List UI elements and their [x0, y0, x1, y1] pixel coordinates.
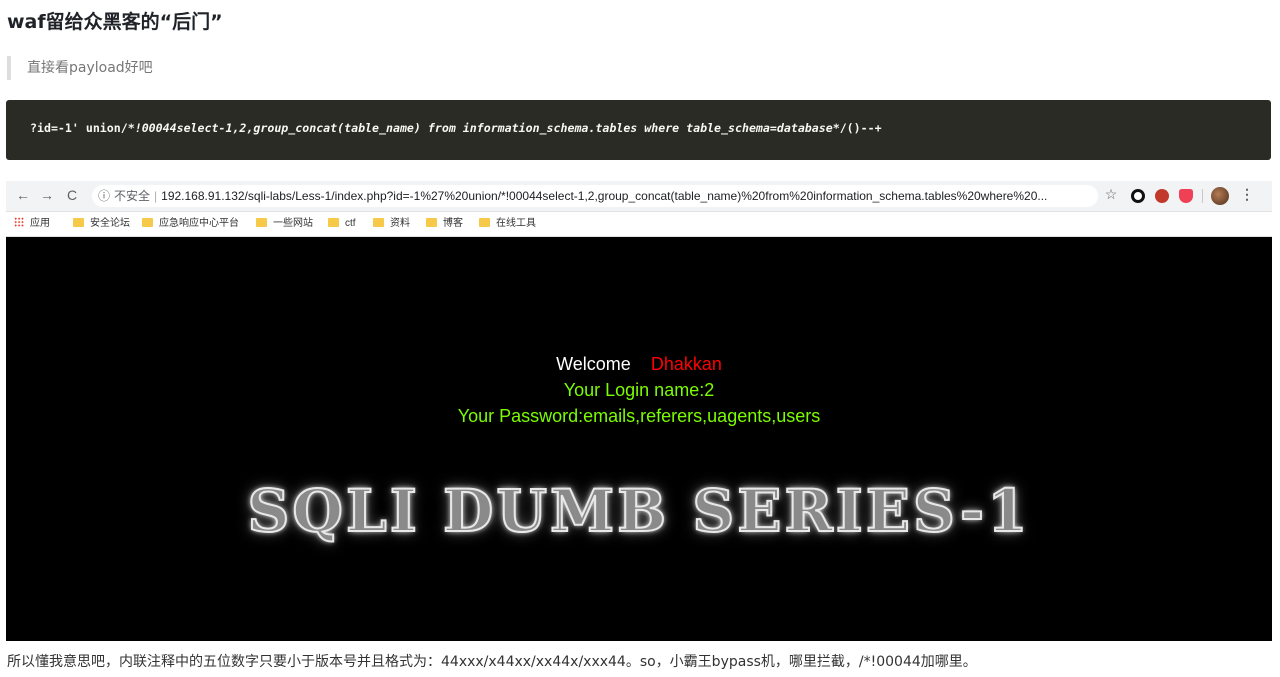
bookmark-folder[interactable]: 资料: [373, 217, 410, 231]
folder-icon: [142, 218, 153, 227]
url-text[interactable]: 192.168.91.132/sqli-labs/Less-1/index.ph…: [161, 189, 1047, 203]
back-icon[interactable]: ←: [14, 186, 32, 204]
menu-icon[interactable]: ⋮: [1240, 186, 1254, 203]
folder-icon: [73, 218, 84, 227]
bookmark-label: 在线工具: [496, 218, 536, 229]
not-secure-label[interactable]: 不安全: [114, 189, 150, 203]
address-bar[interactable]: ⓘ 不安全 | 192.168.91.132/sqli-labs/Less-1/ind…: [92, 185, 1098, 207]
article: waf留给众黑客的“后门” 直接看payload好吧 ?id=-1' union…: [0, 0, 1280, 677]
bookmark-star-icon[interactable]: ☆: [1102, 186, 1120, 203]
profile-avatar[interactable]: [1211, 187, 1229, 205]
bookmarks-bar: 应用 安全论坛 应急响应中心平台 一些网站 ctf 资料 博客 在线工具: [6, 212, 1272, 237]
browser-toolbar: ← → C ⓘ 不安全 | 192.168.91.132/sqli-labs/Less…: [6, 181, 1272, 212]
folder-icon: [328, 218, 339, 227]
apps-grid-icon: [14, 217, 24, 227]
code-segment-tail: /()--+: [839, 121, 882, 135]
bookmark-folder[interactable]: 一些网站: [256, 217, 313, 231]
bookmark-folder[interactable]: 在线工具: [479, 217, 536, 231]
reload-icon[interactable]: C: [63, 186, 81, 204]
toolbar-divider: [1202, 189, 1203, 203]
article-heading: waf留给众黑客的“后门”: [7, 11, 223, 33]
page-content: Welcome Dhakkan Your Login name:2 Your Pa…: [6, 237, 1272, 641]
folder-icon: [256, 218, 267, 227]
bookmark-label: 资料: [390, 218, 410, 229]
pocket-icon[interactable]: [1179, 189, 1193, 203]
folder-icon: [479, 218, 490, 227]
bookmark-label: 安全论坛: [90, 218, 130, 229]
password-line: Your Password:emails,referers,uagents,us…: [457, 406, 821, 426]
address-separator: |: [154, 189, 158, 203]
browser-screenshot: ← → C ⓘ 不安全 | 192.168.91.132/sqli-labs/Less…: [6, 181, 1272, 641]
code-block: ?id=-1' union/*!00044select-1,2,group_co…: [6, 100, 1271, 160]
bookmark-label: ctf: [345, 218, 356, 229]
bookmark-label: 应用: [30, 218, 50, 229]
folder-icon: [426, 218, 437, 227]
info-icon[interactable]: ⓘ: [98, 185, 110, 207]
welcome-text: Welcome: [556, 354, 631, 374]
sqli-banner-logo: SQLI DUMB SERIES-1: [247, 476, 1031, 546]
bookmark-label: 应急响应中心平台: [159, 218, 239, 229]
code-segment-comment: *!00044select-1,2,group_concat(table_nam…: [127, 121, 840, 135]
forward-icon[interactable]: →: [38, 186, 56, 204]
extension-circle-icon[interactable]: [1131, 189, 1145, 203]
ublock-shield-icon[interactable]: [1155, 189, 1169, 203]
welcome-line: Welcome Dhakkan: [6, 351, 1272, 377]
login-name-line: Your Login name:2: [563, 380, 715, 400]
bookmark-apps[interactable]: 应用: [14, 217, 50, 231]
bookmark-folder[interactable]: ctf: [328, 217, 356, 231]
bookmark-folder[interactable]: 博客: [426, 217, 463, 231]
bookmark-label: 博客: [443, 218, 463, 229]
article-paragraph: 所以懂我意思吧，内联注释中的五位数字只要小于版本号并且格式为：44xxx/x44…: [7, 654, 977, 670]
welcome-user: Dhakkan: [650, 354, 722, 374]
folder-icon: [373, 218, 384, 227]
bookmark-folder[interactable]: 安全论坛: [73, 217, 130, 231]
code-segment-plain: ?id=-1' union/: [30, 121, 128, 135]
bookmark-label: 一些网站: [273, 218, 313, 229]
blockquote: 直接看payload好吧: [7, 56, 153, 80]
bookmark-folder[interactable]: 应急响应中心平台: [142, 217, 239, 231]
